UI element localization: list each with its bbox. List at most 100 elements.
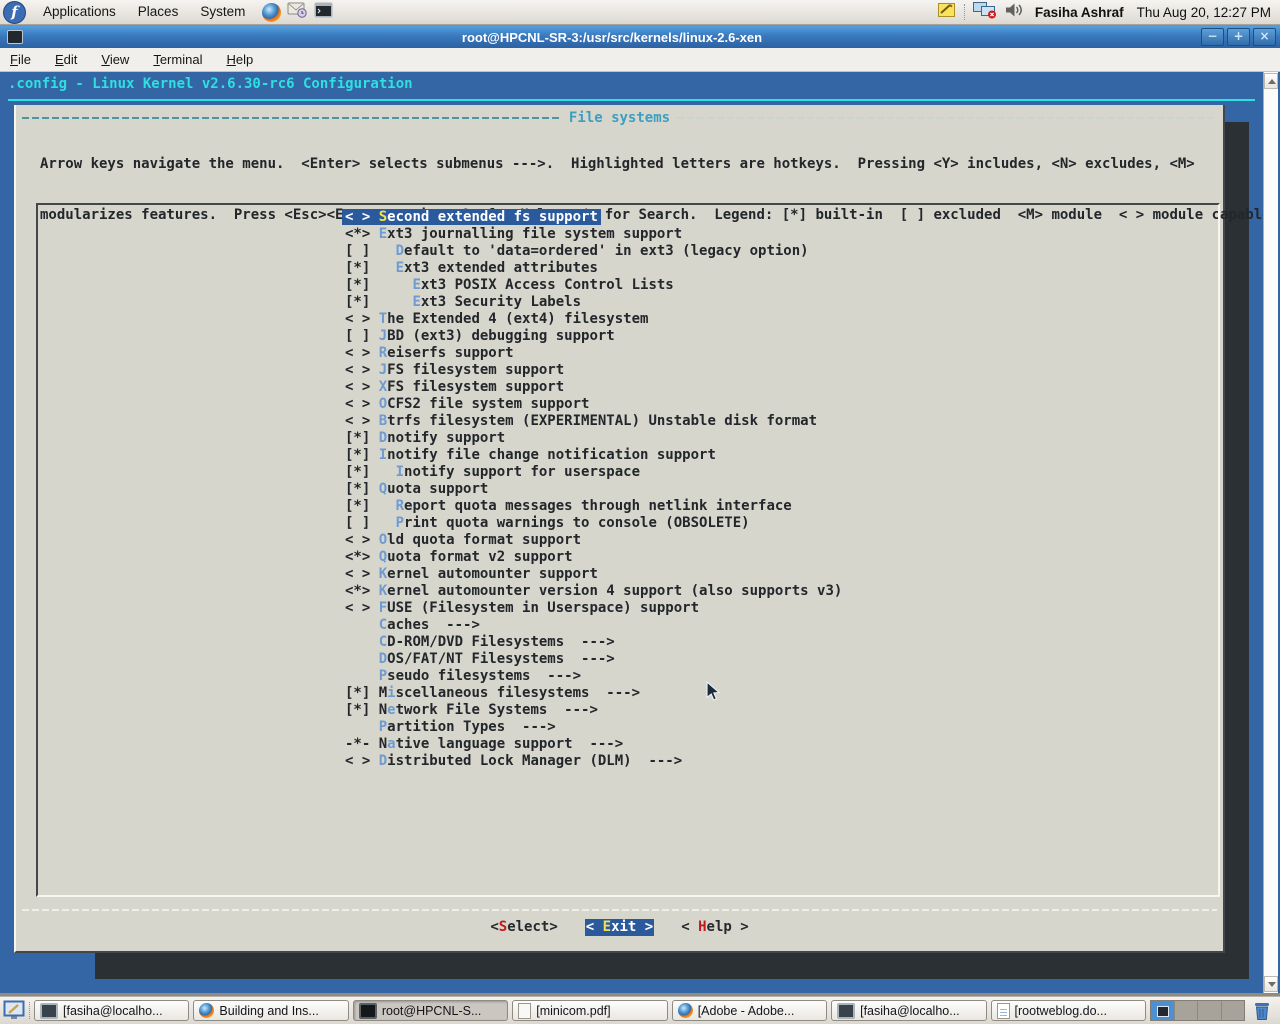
volume-icon[interactable] <box>1004 2 1024 23</box>
taskbar-window-label: [fasiha@localho... <box>860 1004 960 1018</box>
terminal-content: .config - Linux Kernel v2.6.30-rc6 Confi… <box>0 72 1280 993</box>
network-offline-icon[interactable] <box>973 1 997 24</box>
menu-item[interactable]: Pseudo filesystems ---> <box>345 668 1218 685</box>
system-tray: Fasiha Ashraf Thu Aug 20, 12:27 PM <box>937 1 1280 24</box>
menu-item[interactable]: Caches ---> <box>345 617 1218 634</box>
menuconfig-backtitle: .config - Linux Kernel v2.6.30-rc6 Confi… <box>8 76 413 92</box>
window-menubar: File Edit View Terminal Help <box>0 48 1280 72</box>
fedora-menu-icon[interactable]: f <box>3 1 26 24</box>
backtitle-separator <box>8 99 1255 101</box>
menu-item[interactable]: < > Btrfs filesystem (EXPERIMENTAL) Unst… <box>345 413 1218 430</box>
terminal-window: root@HPCNL-SR-3:/usr/src/kernels/linux-2… <box>0 26 1280 993</box>
menu-item[interactable]: DOS/FAT/NT Filesystems ---> <box>345 651 1218 668</box>
menu-item[interactable]: [*] Ext3 extended attributes <box>345 260 1218 277</box>
dialog-button-help[interactable]: < Help > <box>681 919 748 936</box>
close-icon[interactable]: × <box>1253 28 1276 46</box>
terminal-dark-icon <box>359 1003 377 1019</box>
document-icon <box>997 1003 1010 1019</box>
taskbar-window-button[interactable]: [fasiha@localho... <box>831 1000 986 1021</box>
scroll-down-icon[interactable] <box>1264 976 1278 992</box>
menu-item[interactable]: < > Reiserfs support <box>345 345 1218 362</box>
menu-item[interactable]: [ ] Print quota warnings to console (OBS… <box>345 515 1218 532</box>
menu-item[interactable]: [*] Network File Systems ---> <box>345 702 1218 719</box>
taskbar-window-button[interactable]: [rootweblog.do... <box>991 1000 1146 1021</box>
menu-item[interactable]: < > OCFS2 file system support <box>345 396 1218 413</box>
menu-item[interactable]: < > FUSE (Filesystem in Userspace) suppo… <box>345 600 1218 617</box>
menu-item[interactable]: < > JFS filesystem support <box>345 362 1218 379</box>
dialog-button-select[interactable]: <Select> <box>490 919 557 936</box>
menu-item[interactable]: < > The Extended 4 (ext4) filesystem <box>345 311 1218 328</box>
menu-item[interactable]: <*> Kernel automounter version 4 support… <box>345 583 1218 600</box>
menu-item[interactable]: Partition Types ---> <box>345 719 1218 736</box>
trash-icon[interactable] <box>1251 999 1273 1024</box>
taskbar-window-label: [minicom.pdf] <box>536 1004 610 1018</box>
menubar-item-edit[interactable]: Edit <box>55 52 77 67</box>
panel-clock[interactable]: Thu Aug 20, 12:27 PM <box>1137 5 1274 20</box>
menu-item[interactable]: [*] Ext3 POSIX Access Control Lists <box>345 277 1218 294</box>
menu-item[interactable]: [ ] Default to 'data=ordered' in ext3 (l… <box>345 243 1218 260</box>
workspace-cell-4[interactable] <box>1221 1001 1245 1020</box>
show-desktop-icon[interactable] <box>3 1000 25 1020</box>
panel-menu-applications[interactable]: Applications <box>32 0 127 24</box>
menubar-item-terminal[interactable]: Terminal <box>153 52 202 67</box>
menubar-item-view[interactable]: View <box>101 52 129 67</box>
notes-icon[interactable] <box>937 1 957 23</box>
taskbar-window-button[interactable]: root@HPCNL-S... <box>353 1000 508 1021</box>
workspace-switcher <box>1150 1000 1245 1021</box>
menu-item[interactable]: < > Old quota format support <box>345 532 1218 549</box>
menu-item[interactable]: CD-ROM/DVD Filesystems ---> <box>345 634 1218 651</box>
window-titlebar[interactable]: root@HPCNL-SR-3:/usr/src/kernels/linux-2… <box>0 26 1280 48</box>
taskbar-window-button[interactable]: Building and Ins... <box>193 1000 348 1021</box>
menuconfig-dialog: File systems Arrow keys navigate the men… <box>14 105 1225 953</box>
taskbar-separator <box>29 1002 30 1019</box>
menu-item[interactable]: [*] Inotify file change notification sup… <box>345 447 1218 464</box>
panel-menu-system[interactable]: System <box>189 0 256 24</box>
terminal-icon <box>837 1003 855 1019</box>
menu-item[interactable]: < > XFS filesystem support <box>345 379 1218 396</box>
menu-item[interactable]: [ ] JBD (ext3) debugging support <box>345 328 1218 345</box>
menu-item[interactable]: < > Kernel automounter support <box>345 566 1218 583</box>
terminal-launcher-icon[interactable] <box>314 2 333 23</box>
taskbar-window-button[interactable]: [minicom.pdf] <box>512 1000 667 1021</box>
maximize-icon[interactable]: + <box>1227 28 1250 46</box>
menu-item[interactable]: [*] Ext3 Security Labels <box>345 294 1218 311</box>
button-separator <box>22 909 1217 911</box>
menu-item[interactable]: < > Distributed Lock Manager (DLM) ---> <box>345 753 1218 770</box>
menu-item[interactable]: <*> Quota format v2 support <box>345 549 1218 566</box>
desktop: f ApplicationsPlacesSystem Fasiha Ashraf <box>0 0 1280 1024</box>
email-icon[interactable] <box>287 1 308 23</box>
panel-menu-places[interactable]: Places <box>127 0 190 24</box>
menu-item[interactable]: -*- Native language support ---> <box>345 736 1218 753</box>
taskbar: [fasiha@localho... Building and Ins... roo… <box>0 996 1280 1024</box>
dialog-button-exit[interactable]: < Exit > <box>585 919 654 936</box>
taskbar-window-label: Building and Ins... <box>219 1004 318 1018</box>
menu-item[interactable]: <*> Ext3 journalling file system support <box>345 226 1218 243</box>
menubar-item-file[interactable]: File <box>10 52 31 67</box>
firefox-icon <box>199 1003 214 1018</box>
window-title: root@HPCNL-SR-3:/usr/src/kernels/linux-2… <box>23 30 1201 45</box>
taskbar-window-button[interactable]: [Adobe - Adobe... <box>672 1000 827 1021</box>
terminal-scrollbar[interactable] <box>1263 72 1278 993</box>
dialog-shadow-bottom <box>95 953 1225 979</box>
logged-in-user: Fasiha Ashraf <box>1035 5 1124 20</box>
firefox-icon[interactable] <box>262 3 281 22</box>
menu-item[interactable]: < > Second extended fs support <box>345 209 1218 226</box>
minimize-icon[interactable]: − <box>1201 28 1224 46</box>
menu-item[interactable]: [*] Miscellaneous filesystems ---> <box>345 685 1218 702</box>
scroll-up-icon[interactable] <box>1264 73 1278 89</box>
panel-launchers <box>262 1 333 23</box>
taskbar-window-label: [fasiha@localho... <box>63 1004 163 1018</box>
workspace-cell-2[interactable] <box>1174 1001 1198 1020</box>
menu-item[interactable]: [*] Dnotify support <box>345 430 1218 447</box>
workspace-window-icon <box>1157 1006 1169 1017</box>
workspace-cell-1[interactable] <box>1151 1001 1174 1020</box>
workspace-cell-3[interactable] <box>1197 1001 1221 1020</box>
taskbar-window-label: root@HPCNL-S... <box>382 1004 482 1018</box>
top-panel: f ApplicationsPlacesSystem Fasiha Ashraf <box>0 0 1280 25</box>
menu-item[interactable]: [*] Quota support <box>345 481 1218 498</box>
taskbar-window-button[interactable]: [fasiha@localho... <box>34 1000 189 1021</box>
menubar-item-help[interactable]: Help <box>226 52 253 67</box>
menu-item[interactable]: [*] Inotify support for userspace <box>345 464 1218 481</box>
menu-item[interactable]: [*] Report quota messages through netlin… <box>345 498 1218 515</box>
title-rule-right <box>677 117 1217 119</box>
